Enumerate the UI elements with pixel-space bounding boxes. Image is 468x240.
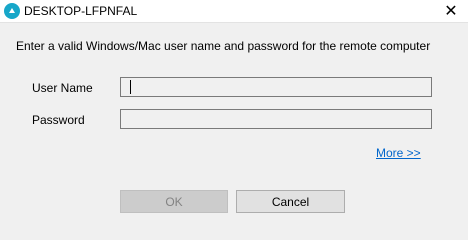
remote-desktop-icon bbox=[4, 3, 20, 19]
password-label: Password bbox=[32, 113, 85, 127]
more-options-link[interactable]: More >> bbox=[376, 146, 421, 160]
username-input[interactable] bbox=[120, 77, 432, 97]
window-title: DESKTOP-LFPNFAL bbox=[24, 4, 138, 18]
text-caret bbox=[130, 80, 131, 94]
ok-button[interactable]: OK bbox=[120, 190, 228, 213]
app-glyph bbox=[9, 8, 15, 13]
username-label: User Name bbox=[32, 81, 93, 95]
cancel-button[interactable]: Cancel bbox=[236, 190, 345, 213]
close-button[interactable]: ✕ bbox=[434, 0, 468, 22]
title-bar: DESKTOP-LFPNFAL ✕ bbox=[0, 0, 468, 23]
instruction-text: Enter a valid Windows/Mac user name and … bbox=[16, 39, 431, 53]
close-icon: ✕ bbox=[444, 3, 458, 20]
password-input[interactable] bbox=[120, 109, 432, 129]
